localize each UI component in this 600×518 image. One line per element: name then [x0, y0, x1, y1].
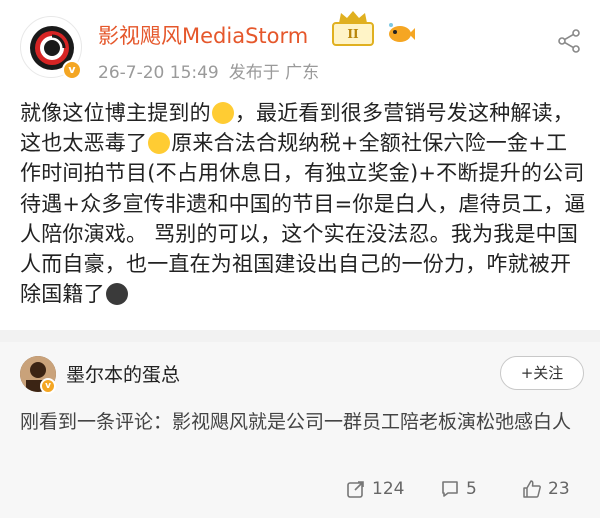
share-icon[interactable]	[556, 28, 582, 54]
post-timestamp: 26-7-20 15:49	[98, 63, 219, 83]
post-body-part-3: 原来合法合规纳税+全额社保六险一金+工作时间拍节目(不占用休息日，有独立奖金)+…	[20, 131, 586, 307]
follow-button[interactable]: +关注	[500, 356, 584, 390]
dark-face-emoji-icon	[105, 283, 128, 306]
repost-button[interactable]: 124	[346, 476, 404, 502]
like-button[interactable]: 23	[522, 476, 570, 502]
commenter-name[interactable]: 墨尔本的蛋总	[66, 360, 180, 387]
lol-tears-emoji-icon	[148, 132, 171, 155]
author-name[interactable]: 影视飓风MediaStorm	[98, 20, 308, 50]
post-meta: 26-7-20 15:49 发布于 广东	[98, 58, 319, 83]
comment-icon	[442, 481, 458, 497]
comment-count: 5	[466, 479, 477, 499]
crying-emoji-icon	[211, 102, 234, 124]
post-body-part-1: 就像这位博主提到的	[20, 101, 211, 125]
repost-count: 124	[372, 479, 405, 499]
post-location: 发布于 广东	[228, 63, 320, 83]
comment-button[interactable]: 5	[440, 476, 477, 502]
thumbs-up-icon	[523, 480, 541, 498]
post-body: 就像这位博主提到的 ，最近看到很多营销号发这种解读，这也太恶毒了 原来合法合规纳税+…	[20, 98, 586, 309]
weibo-post: v 影视飓风MediaStorm II 26-7-20 15:49 发布于 广东 …	[0, 0, 600, 330]
action-bar: 124 5 23	[0, 476, 600, 502]
vip-level-badge: II	[332, 22, 374, 46]
fish-badge-icon	[389, 23, 415, 42]
verified-badge-icon: v	[62, 60, 82, 80]
like-count: 23	[548, 479, 570, 499]
repost-icon	[347, 481, 364, 498]
commenter-verified-badge-icon: v	[40, 378, 56, 394]
comment-text: 刚看到一条评论：影视飓风就是公司一群员工陪老板演松弛感白人	[20, 411, 572, 433]
